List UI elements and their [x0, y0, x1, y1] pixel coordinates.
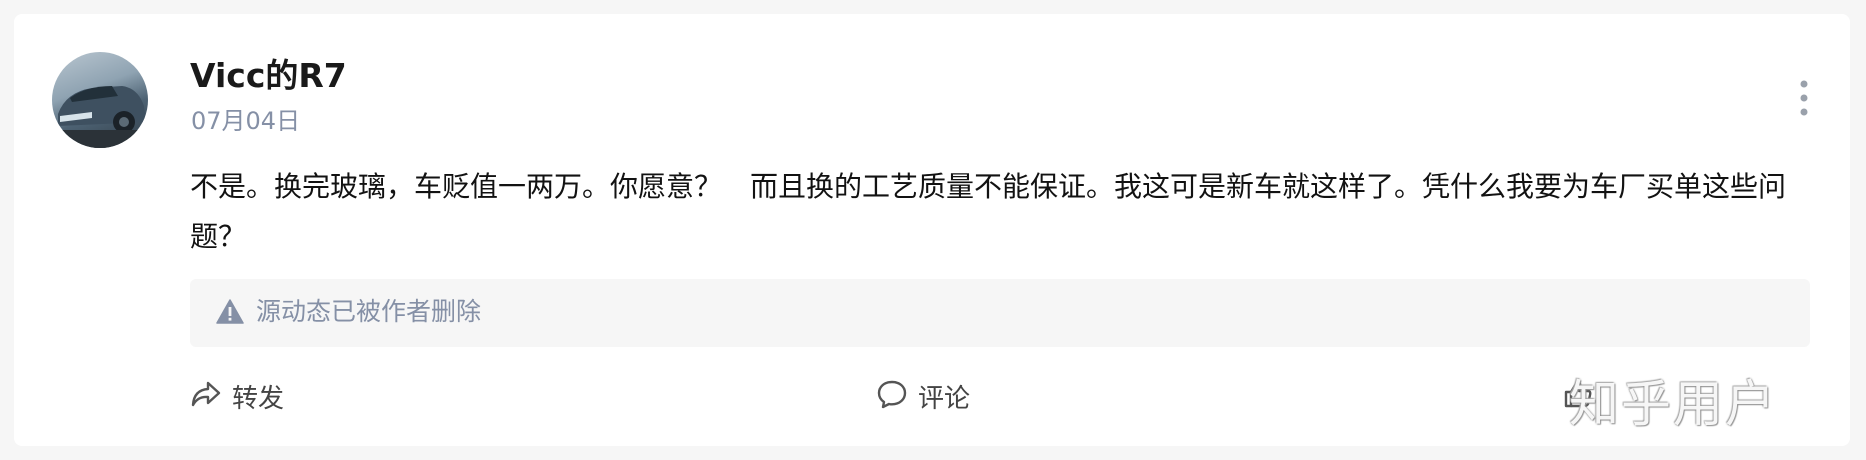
comment-label: 评论 [918, 383, 971, 414]
warning-icon [216, 299, 244, 325]
comment-icon [876, 378, 908, 414]
avatar[interactable] [52, 52, 148, 148]
watermark: 知乎用户 [1569, 375, 1777, 433]
repost-button[interactable]: 转发 [190, 376, 284, 416]
repost-label: 转发 [232, 383, 285, 414]
author-name[interactable]: Vicc的R7 [190, 56, 347, 96]
deleted-source-notice: 源动态已被作者删除 [190, 279, 1810, 347]
repost-icon [190, 378, 222, 414]
comment-button[interactable]: 评论 [876, 376, 970, 416]
post-content: 不是。换完玻璃，车贬值一两万。你愿意？ 而且换的工艺质量不能保证。我这可是新车就… [190, 170, 1787, 253]
post-date: 07月04日 [191, 107, 301, 135]
post-card: Vicc的R7 07月04日 不是。换完玻璃，车贬值一两万。你愿意？ 而且换的工… [14, 14, 1850, 446]
deleted-notice-text: 源动态已被作者删除 [256, 297, 482, 326]
more-vertical-icon[interactable] [1794, 74, 1814, 124]
